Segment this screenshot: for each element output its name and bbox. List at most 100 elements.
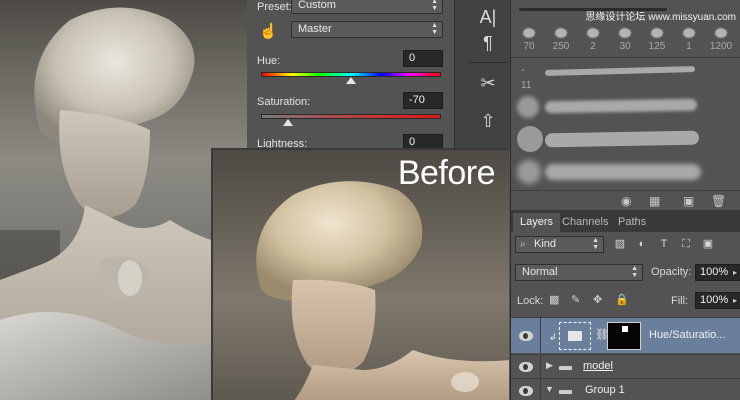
before-label: Before xyxy=(397,154,496,192)
tab-channels[interactable]: Channels xyxy=(555,213,615,232)
targeted-adjustment-hand-icon[interactable]: ☝ xyxy=(259,22,278,40)
eye-icon[interactable] xyxy=(519,362,533,372)
tool-presets-icon[interactable]: ✂ xyxy=(475,70,501,96)
grid-view-icon[interactable]: ▦ xyxy=(649,194,660,208)
brush-stroke-preview xyxy=(544,66,696,76)
layer-name: Group 1 xyxy=(585,384,625,396)
hue-saturation-properties-panel: Preset: Custom ▲ ▼ ☝ Master ▲ ▼ Hue: 0 Sat… xyxy=(247,0,454,151)
fill-value: 100% xyxy=(700,294,729,306)
toggle-brush-preview-icon[interactable]: ◉ xyxy=(621,194,631,208)
hue-slider-thumb[interactable] xyxy=(346,77,356,84)
lock-all-icon[interactable]: 🔒 xyxy=(615,293,629,306)
panel-dock-column: A| ¶ ✂ ⇧ xyxy=(454,0,510,148)
type-layer-filter-icon[interactable]: T xyxy=(657,237,671,251)
brush-list: ⁃ 11 xyxy=(511,60,740,190)
brush-size-label: 11 xyxy=(521,80,532,91)
layer-name: Hue/Saturatio... xyxy=(649,329,726,341)
lock-image-icon[interactable]: ✎ xyxy=(571,293,580,306)
blend-mode-dropdown[interactable]: Normal ▲ ▼ xyxy=(515,264,643,281)
saturation-label: Saturation: xyxy=(257,96,311,108)
brush-panel-footer: ◉ ▦ ▣ 🗑 xyxy=(511,190,740,210)
divider xyxy=(469,62,507,63)
brush-preset[interactable]: 1 xyxy=(673,26,705,56)
canvas-photo-after xyxy=(0,0,247,400)
saturation-slider-thumb[interactable] xyxy=(283,119,293,126)
fill-input[interactable]: 100% ▸ xyxy=(695,292,740,309)
brush-preset[interactable]: 70 xyxy=(513,26,545,56)
visibility-column xyxy=(511,318,541,353)
preset-label: Preset: xyxy=(257,1,292,13)
brush-preset[interactable]: 30 xyxy=(609,26,641,56)
chevron-right-icon: ▸ xyxy=(732,296,737,305)
smart-object-filter-icon[interactable]: ▣ xyxy=(701,237,715,251)
preset-value: Custom xyxy=(298,0,336,11)
opacity-value: 100% xyxy=(700,266,729,278)
saturation-input[interactable]: -70 xyxy=(403,92,443,109)
brush-stroke-preview xyxy=(544,130,700,148)
brush-tip-icon xyxy=(517,160,541,184)
eye-icon[interactable] xyxy=(519,331,533,341)
pixel-layer-filter-icon[interactable]: ▧ xyxy=(613,237,627,251)
layers-panel: Layers Channels Paths ⌕ Kind ▲ ▼ ▧ ◐ T ⛶ … xyxy=(510,210,740,400)
lock-position-icon[interactable]: ✥ xyxy=(593,293,602,306)
chevron-right-icon[interactable]: ▶ xyxy=(546,360,553,371)
folder-icon: ▬ xyxy=(559,358,572,373)
chevron-down-icon[interactable]: ▼ xyxy=(545,384,554,394)
brush-tip-icon xyxy=(517,126,543,152)
hue-input[interactable]: 0 xyxy=(403,50,443,67)
folder-icon: ▬ xyxy=(559,382,572,397)
brush-preset[interactable]: 2 xyxy=(577,26,609,56)
filter-kind-value: Kind xyxy=(534,238,557,250)
visibility-column xyxy=(511,379,541,400)
opacity-input[interactable]: 100% ▸ xyxy=(695,264,740,281)
paragraph-icon[interactable]: ¶ xyxy=(475,30,501,56)
channel-dropdown[interactable]: Master ▲ ▼ xyxy=(291,21,443,38)
eye-icon[interactable] xyxy=(519,386,533,396)
layer-name: model xyxy=(583,360,613,372)
dropdown-arrows-icon: ▲ ▼ xyxy=(592,237,599,251)
lock-label: Lock: xyxy=(517,295,544,307)
brush-preset-strip: 70 250 2 30 125 1 1200 xyxy=(511,24,740,58)
tab-paths[interactable]: Paths xyxy=(611,213,653,232)
brush-presets-panel: 思缘设计论坛 www.missyuan.com 70 250 2 30 125 … xyxy=(510,0,740,210)
filter-kind-dropdown[interactable]: ⌕ Kind ▲ ▼ xyxy=(515,236,604,253)
opacity-label: Opacity: xyxy=(651,266,692,278)
layers-tab-bar: Layers Channels Paths xyxy=(511,210,740,232)
brush-stroke-preview xyxy=(544,98,698,114)
new-preset-icon[interactable]: ▣ xyxy=(683,194,694,208)
canvas-photo-before: Before xyxy=(211,148,509,400)
hue-label: Hue: xyxy=(257,55,281,67)
dropdown-arrows-icon: ▲ ▼ xyxy=(431,0,438,12)
shape-layer-filter-icon[interactable]: ⛶ xyxy=(679,237,693,251)
layer-row-model[interactable]: ▶ ▬ model xyxy=(511,354,740,378)
brush-preset[interactable]: 125 xyxy=(641,26,673,56)
mask-white-area xyxy=(622,326,628,332)
clone-source-icon[interactable]: ⇧ xyxy=(475,108,501,134)
blend-mode-value: Normal xyxy=(522,266,558,278)
search-icon: ⌕ xyxy=(520,239,526,250)
dropdown-arrows-icon: ▲ ▼ xyxy=(631,265,638,279)
layer-row-hue-saturation[interactable]: ↲ ⛓ Hue/Saturatio... xyxy=(511,317,740,353)
layer-filter-row: ⌕ Kind ▲ ▼ ▧ ◐ T ⛶ ▣ xyxy=(511,234,740,256)
dropdown-arrows-icon: ▲ ▼ xyxy=(431,22,438,36)
clipping-arrow-icon: ↲ xyxy=(549,332,557,342)
fill-label: Fill: xyxy=(671,295,689,307)
adjustment-layer-filter-icon[interactable]: ◐ xyxy=(635,237,649,251)
brush-tip-icon: ⁃ xyxy=(521,66,525,75)
brush-tip-icon xyxy=(517,96,539,118)
woman-portrait-image xyxy=(0,7,247,400)
channel-value: Master xyxy=(298,23,332,35)
adjustment-thumbnail[interactable] xyxy=(559,322,591,350)
preset-dropdown[interactable]: Custom ▲ ▼ xyxy=(291,0,443,14)
trash-icon[interactable]: 🗑 xyxy=(711,194,726,208)
character-icon[interactable]: A| xyxy=(475,4,501,30)
tab-layers[interactable]: Layers xyxy=(513,213,561,232)
layer-row-group-1[interactable]: ▼ ▬ Group 1 xyxy=(511,378,740,400)
brush-stroke-preview xyxy=(545,164,701,180)
brush-preset[interactable]: 1200 xyxy=(705,26,737,56)
chevron-right-icon: ▸ xyxy=(732,268,737,277)
lock-transparent-icon[interactable]: ▩ xyxy=(549,293,559,306)
layer-mask-thumbnail[interactable] xyxy=(607,322,641,350)
hue-saturation-icon xyxy=(568,331,582,341)
brush-preset[interactable]: 250 xyxy=(545,26,577,56)
